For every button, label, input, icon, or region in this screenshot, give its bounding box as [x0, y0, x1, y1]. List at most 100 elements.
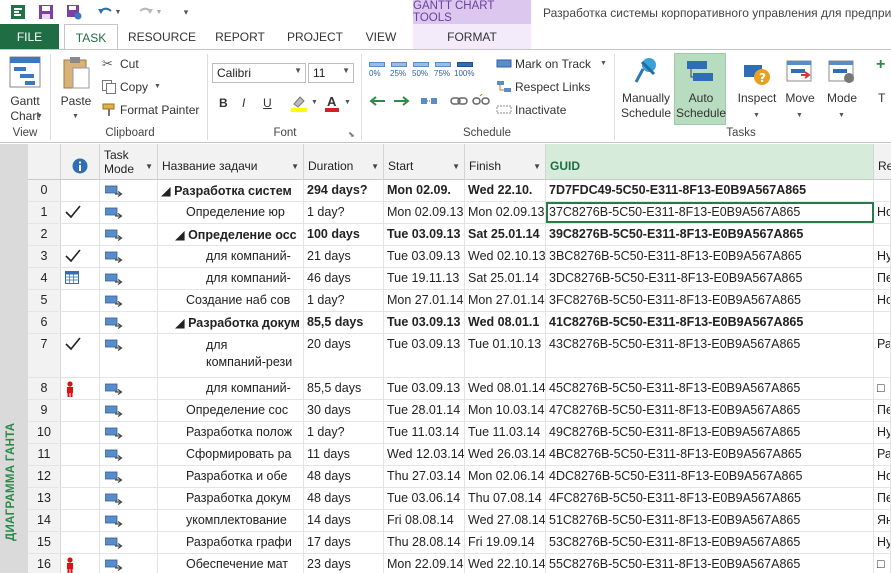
font-dialog-launcher-icon[interactable]: ⬊	[348, 130, 355, 139]
duration-cell[interactable]: 294 days?	[304, 180, 384, 201]
start-cell[interactable]: Tue 03.09.13	[384, 334, 465, 377]
mode-button[interactable]: Mode ▼	[822, 54, 862, 124]
table-row[interactable]: 9 Определение сос 30 days Tue 28.01.14 Mon 1…	[28, 400, 891, 422]
task-name-cell[interactable]: укомплектование	[158, 510, 304, 531]
indicator-cell[interactable]	[61, 224, 100, 245]
table-row[interactable]: 4 для компаний- 46 days Tue 19.11.13 Sat 25.…	[28, 268, 891, 290]
indicator-cell[interactable]	[61, 202, 100, 223]
task-name-cell[interactable]: Определение сос	[158, 400, 304, 421]
insert-task-button-partial[interactable]: + T	[872, 54, 891, 124]
start-filter-icon[interactable]: ▼	[452, 162, 460, 171]
header-extra-partial[interactable]: Re	[874, 144, 891, 180]
finish-cell[interactable]: Mon 02.06.14	[465, 466, 546, 487]
row-id-cell[interactable]: 7	[28, 334, 61, 377]
indicator-cell[interactable]	[61, 400, 100, 421]
inactivate-button[interactable]: Inactivate	[496, 102, 576, 120]
task-mode-cell[interactable]	[100, 378, 158, 399]
duration-cell[interactable]: 21 days	[304, 246, 384, 267]
indicator-cell[interactable]	[61, 488, 100, 509]
row-id-cell[interactable]: 16	[28, 554, 61, 573]
indicator-cell[interactable]	[61, 466, 100, 487]
italic-button[interactable]: I	[242, 96, 245, 110]
finish-cell[interactable]: Mon 02.09.13	[465, 202, 546, 223]
task-name-cell[interactable]: ◢ Определение осс	[158, 224, 304, 245]
row-id-cell[interactable]: 14	[28, 510, 61, 531]
guid-cell[interactable]: 43C8276B-5C50-E311-8F13-E0B9A567A865	[546, 334, 874, 377]
duration-cell[interactable]: 1 day?	[304, 422, 384, 443]
start-cell[interactable]: Tue 03.09.13	[384, 378, 465, 399]
indicator-cell[interactable]	[61, 334, 100, 377]
extra-cell[interactable]: Но	[874, 290, 891, 311]
guid-cell[interactable]: 47C8276B-5C50-E311-8F13-E0B9A567A865	[546, 400, 874, 421]
finish-cell[interactable]: Mon 10.03.14	[465, 400, 546, 421]
start-cell[interactable]: Tue 03.09.13	[384, 312, 465, 333]
duration-cell[interactable]: 14 days	[304, 510, 384, 531]
task-mode-cell[interactable]	[100, 466, 158, 487]
task-mode-cell[interactable]	[100, 422, 158, 443]
undo-dropdown-icon[interactable]: ▼	[113, 3, 123, 21]
finish-cell[interactable]: Tue 11.03.14	[465, 422, 546, 443]
header-select-all[interactable]	[28, 144, 61, 180]
percent-0-button[interactable]: 0%	[366, 58, 388, 80]
start-cell[interactable]: Fri 08.08.14	[384, 510, 465, 531]
header-start[interactable]: Start ▼	[384, 144, 465, 180]
extra-cell[interactable]	[874, 224, 891, 245]
link-tasks-button[interactable]	[450, 94, 468, 110]
header-finish[interactable]: Finish ▼	[465, 144, 546, 180]
guid-cell[interactable]: 3FC8276B-5C50-E311-8F13-E0B9A567A865	[546, 290, 874, 311]
undo-icon[interactable]	[95, 3, 115, 21]
row-id-cell[interactable]: 9	[28, 400, 61, 421]
split-task-button[interactable]	[420, 94, 438, 110]
task-name-cell[interactable]: для компаний-	[158, 268, 304, 289]
indicator-cell[interactable]	[61, 180, 100, 201]
task-name-cell[interactable]: Сформировать ра	[158, 444, 304, 465]
task-mode-cell[interactable]	[100, 202, 158, 223]
mark-on-track-button[interactable]: Mark on Track ▼	[496, 56, 608, 74]
row-id-cell[interactable]: 1	[28, 202, 61, 223]
redo-dropdown-icon[interactable]: ▼	[154, 3, 164, 21]
extra-cell[interactable]: Ра	[874, 334, 891, 377]
header-indicators[interactable]	[61, 144, 100, 180]
percent-50-button[interactable]: 50%	[410, 58, 432, 80]
table-row[interactable]: 13 Разработка докум 48 days Tue 03.06.14 Thu…	[28, 488, 891, 510]
row-id-cell[interactable]: 2	[28, 224, 61, 245]
duration-filter-icon[interactable]: ▼	[371, 162, 379, 171]
duration-cell[interactable]: 48 days	[304, 466, 384, 487]
finish-cell[interactable]: Wed 22.10.14	[465, 554, 546, 573]
extra-cell[interactable]	[874, 312, 891, 333]
move-button[interactable]: Move ▼	[780, 54, 820, 124]
table-row[interactable]: 5 Создание наб сов 1 day? Mon 27.01.14 Mon 2…	[28, 290, 891, 312]
task-mode-cell[interactable]	[100, 334, 158, 377]
task-name-cell[interactable]: ◢ Разработка систем	[158, 180, 304, 201]
extra-cell[interactable]: Ну	[874, 532, 891, 553]
start-cell[interactable]: Tue 03.06.14	[384, 488, 465, 509]
task-mode-cell[interactable]	[100, 510, 158, 531]
finish-cell[interactable]: Sat 25.01.14	[465, 224, 546, 245]
unlink-tasks-button[interactable]	[472, 93, 490, 110]
task-name-cell[interactable]: Создание наб сов	[158, 290, 304, 311]
copy-button[interactable]: Copy ▼	[100, 79, 166, 97]
table-row[interactable]: 16 Обеспечение мат 23 days Mon 22.09.14 Wed …	[28, 554, 891, 573]
header-duration[interactable]: Duration ▼	[304, 144, 384, 180]
project-app-icon[interactable]	[8, 3, 28, 21]
extra-cell[interactable]: Ну	[874, 422, 891, 443]
duration-cell[interactable]: 48 days	[304, 488, 384, 509]
indicator-cell[interactable]	[61, 246, 100, 267]
inspect-button[interactable]: ? Inspect ▼	[734, 54, 780, 124]
task-name-cell[interactable]: Определение юр	[158, 202, 304, 223]
font-color-button[interactable]: A ▼	[324, 94, 354, 114]
start-cell[interactable]: Wed 12.03.14	[384, 444, 465, 465]
guid-cell[interactable]: 4DC8276B-5C50-E311-8F13-E0B9A567A865	[546, 466, 874, 487]
task-mode-cell[interactable]	[100, 268, 158, 289]
manually-schedule-button[interactable]: Manually Schedule	[620, 54, 672, 124]
indicator-cell[interactable]	[61, 532, 100, 553]
table-row[interactable]: 6 ◢ Разработка докум 85,5 days Tue 03.09.13…	[28, 312, 891, 334]
duration-cell[interactable]: 100 days	[304, 224, 384, 245]
guid-cell[interactable]: 49C8276B-5C50-E311-8F13-E0B9A567A865	[546, 422, 874, 443]
indicator-cell[interactable]	[61, 268, 100, 289]
start-cell[interactable]: Tue 19.11.13	[384, 268, 465, 289]
start-cell[interactable]: Mon 22.09.14	[384, 554, 465, 573]
row-id-cell[interactable]: 13	[28, 488, 61, 509]
task-name-cell[interactable]: Обеспечение мат	[158, 554, 304, 573]
indicator-cell[interactable]	[61, 312, 100, 333]
